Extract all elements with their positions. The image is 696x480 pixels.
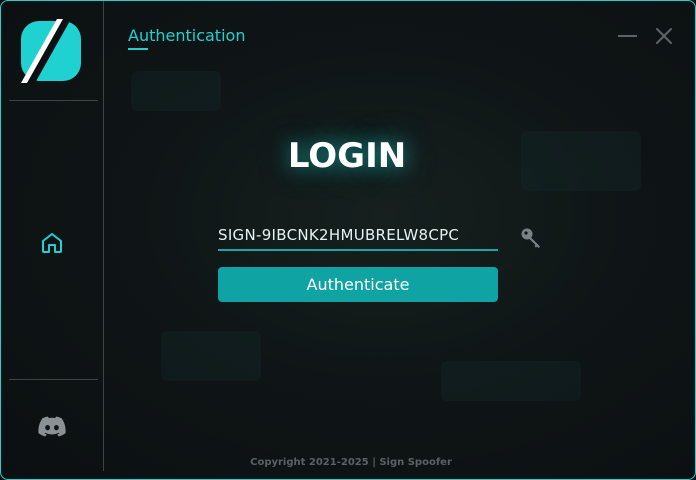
minimize-button[interactable] (617, 27, 637, 47)
app-logo (19, 19, 83, 83)
background-decoration (131, 71, 221, 111)
authenticate-button[interactable]: Authenticate (218, 267, 498, 302)
sidebar (1, 1, 104, 471)
sidebar-divider (9, 379, 98, 380)
background-decoration (441, 361, 581, 401)
home-icon (40, 231, 64, 259)
sidebar-item-discord[interactable] (36, 415, 68, 443)
login-title: LOGIN (287, 136, 407, 176)
sidebar-item-home[interactable] (37, 230, 67, 260)
license-key-input[interactable] (218, 221, 498, 251)
tab-active-indicator (128, 48, 148, 50)
copyright-footer: Copyright 2021-2025 | Sign Spoofer (250, 457, 452, 468)
background-decoration (161, 331, 261, 381)
sidebar-divider (9, 100, 98, 101)
background-decoration (521, 131, 641, 191)
tab-authentication[interactable]: Authentication (128, 26, 245, 45)
key-icon[interactable] (520, 227, 544, 249)
close-button[interactable] (654, 26, 674, 46)
discord-icon (38, 416, 66, 442)
app-window: Authentication LOGIN Authenticate Copyri… (0, 0, 696, 480)
close-icon (654, 28, 674, 50)
